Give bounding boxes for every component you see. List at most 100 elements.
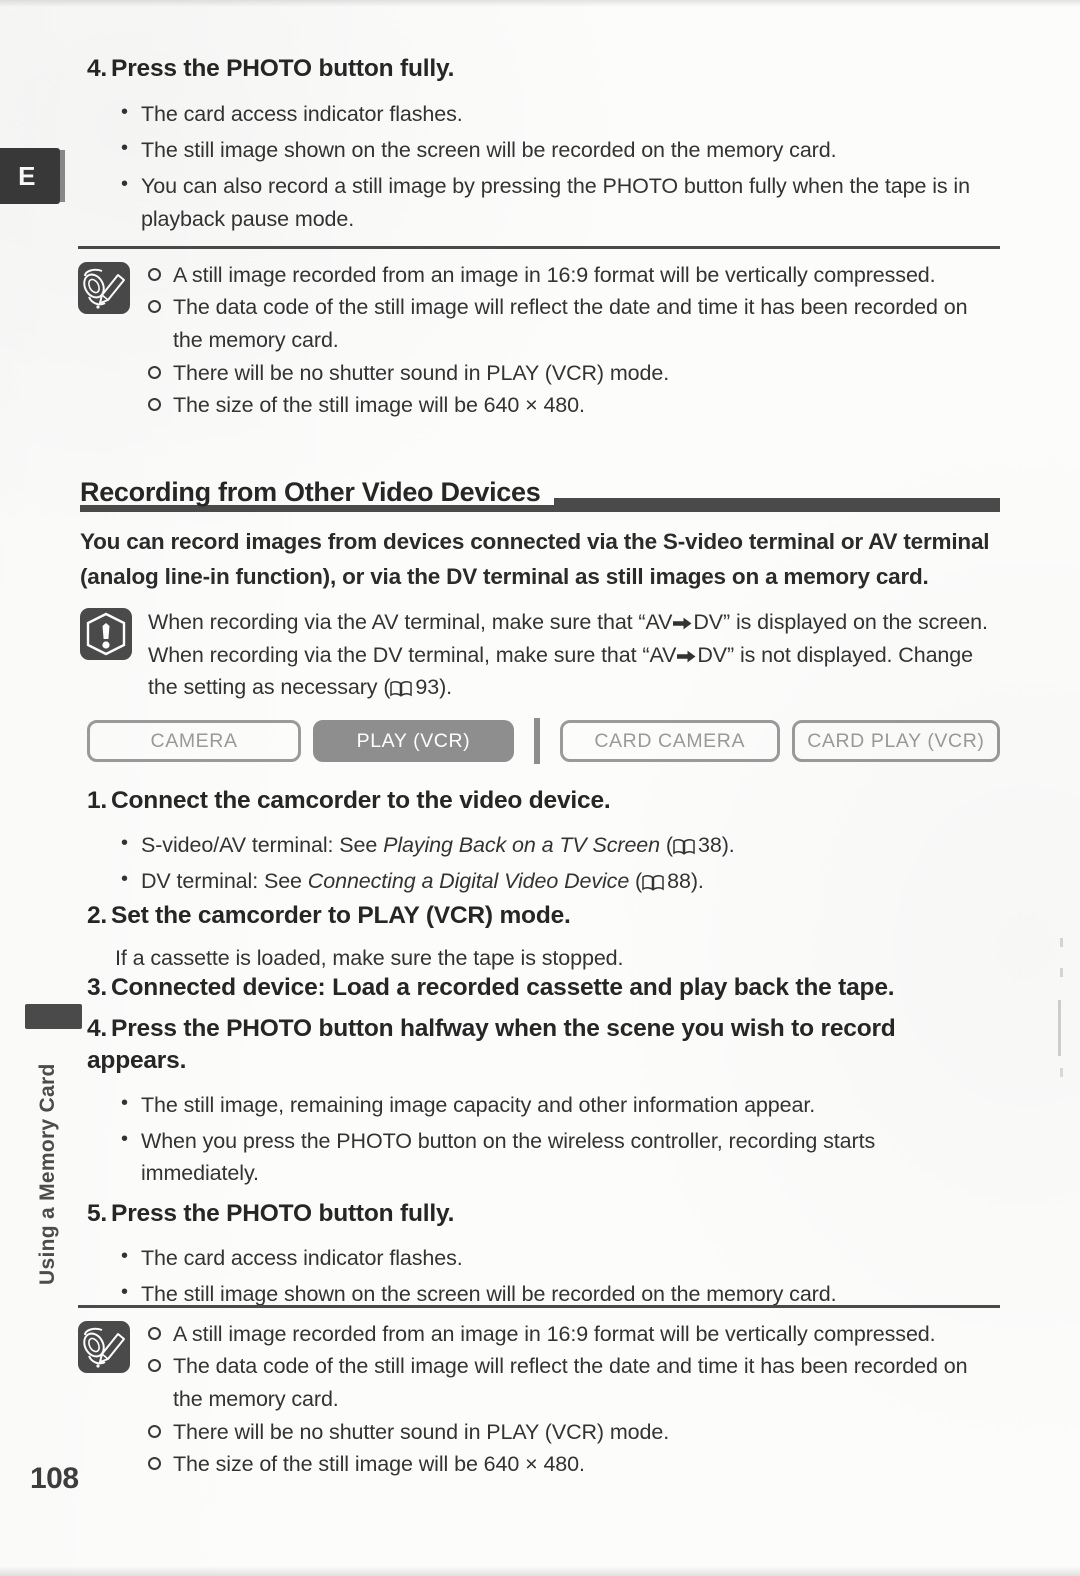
section-lead-paragraph: You can record images from devices conne… — [80, 525, 998, 595]
step-4-title: Press the PHOTO button halfway when the … — [87, 1015, 896, 1074]
section-heading-block: Recording from Other Video Devices — [80, 477, 1000, 512]
notes-box-bottom: A still image recorded from an image in … — [78, 1305, 1000, 1481]
scan-speck — [1060, 1068, 1063, 1077]
list-item: The size of the still image will be 640 … — [146, 389, 1000, 422]
list-item: The data code of the still image will re… — [146, 1350, 1000, 1415]
caution-text-part4: ). — [439, 675, 453, 700]
list-item: A still image recorded from an image in … — [146, 259, 1000, 292]
mode-pill-card-play-vcr[interactable]: CARD PLAY (VCR) — [791, 720, 1001, 762]
section-heading-rule — [554, 497, 1000, 505]
step-3-heading: 3. Connected device: Load a recorded cass… — [87, 972, 1000, 1004]
step-2-note: If a cassette is loaded, make sure the t… — [115, 945, 624, 970]
list-item: The size of the still image will be 640 … — [146, 1448, 1000, 1481]
book-reference-icon — [642, 868, 664, 891]
mode-pill-card-camera[interactable]: CARD CAMERA — [559, 720, 780, 762]
mode-pill-play-vcr[interactable]: PLAY (VCR) — [313, 720, 514, 762]
step-4-top-title: Press the PHOTO button fully. — [111, 55, 455, 82]
caution-ref-page: 93 — [415, 675, 440, 700]
step-4-top-number: 4. — [87, 55, 108, 82]
language-tab-edge — [60, 150, 65, 202]
step-1-bullet-2-post: ). — [690, 868, 704, 893]
pencil-note-icon — [78, 261, 130, 314]
scan-speck — [1058, 1000, 1061, 1056]
step-1-bullets: S-video/AV terminal: See Playing Back on… — [115, 828, 1000, 898]
notes-bottom-list: A still image recorded from an image in … — [146, 1318, 1000, 1481]
list-item: When you press the PHOTO button on the w… — [115, 1124, 977, 1191]
step-2-number: 2. — [87, 902, 108, 929]
step-5-heading: 5. Press the PHOTO button fully. — [87, 1198, 1000, 1230]
step-4-number: 4. — [87, 1015, 108, 1042]
step-1-title: Connect the camcorder to the video devic… — [111, 787, 611, 814]
notes-top-list: A still image recorded from an image in … — [146, 259, 1000, 422]
list-item: A still image recorded from an image in … — [146, 1318, 1000, 1351]
notes-box-top: A still image recorded from an image in … — [78, 246, 1000, 422]
arrow-right-icon — [677, 640, 696, 663]
step-2-heading: 2. Set the camcorder to PLAY (VCR) mode. — [87, 900, 1000, 932]
step-3-block: 3. Connected device: Load a recorded cass… — [87, 972, 1000, 1004]
arrow-right-icon — [673, 607, 692, 630]
mode-pill-camera-label: CAMERA — [150, 729, 238, 752]
step-3-number: 3. — [87, 974, 108, 1001]
step-4-top-heading: 4. Press the PHOTO button fully. — [87, 53, 1000, 85]
step-4-heading: 4. Press the PHOTO button halfway when th… — [87, 1013, 977, 1077]
page-title: Recording from Other Video Devices — [80, 477, 541, 507]
step-5-bullets: The card access indicator flashes. The s… — [115, 1241, 1000, 1311]
scan-edge-top — [0, 0, 1080, 7]
step-3-title: Connected device: Load a recorded casset… — [111, 974, 895, 1001]
list-item: There will be no shutter sound in PLAY (… — [146, 357, 1000, 390]
language-tab-e: E — [0, 148, 60, 204]
caution-text: When recording via the AV terminal, make… — [148, 605, 1000, 704]
list-item: The still image shown on the screen will… — [115, 133, 1000, 167]
step-1-bullet-2-pre: DV terminal: See — [141, 868, 308, 893]
step-1-number: 1. — [87, 787, 108, 814]
step-4-bullets: The still image, remaining image capacit… — [115, 1088, 977, 1191]
language-tab-label: E — [18, 160, 36, 191]
chapter-tab-block — [25, 1004, 82, 1029]
list-item: The data code of the still image will re… — [146, 291, 1000, 356]
step-1-bullet-2-mid: ( — [629, 868, 643, 893]
pencil-note-icon — [78, 1320, 130, 1373]
step-4-top-bullets: The card access indicator flashes. The s… — [115, 97, 1000, 236]
scan-speck — [1060, 938, 1063, 947]
list-item: There will be no shutter sound in PLAY (… — [146, 1416, 1000, 1449]
content-column: 4.Press the PHOTO button fully. The card… — [78, 0, 1001, 1576]
step-4-top-block: 4.Press the PHOTO button fully. The card… — [87, 53, 1000, 238]
mode-bar-separator — [533, 718, 540, 764]
caution-text-part1: When recording via the AV terminal, make… — [148, 610, 673, 634]
mode-pill-card-play-vcr-label: CARD PLAY (VCR) — [807, 729, 985, 752]
step-4-block: 4. Press the PHOTO button halfway when th… — [87, 1013, 977, 1193]
step-1-bullet-1-mid: ( — [660, 832, 673, 857]
scan-edge-bottom — [0, 1566, 1080, 1576]
step-2-title: Set the camcorder to PLAY (VCR) mode. — [111, 902, 571, 929]
list-item: S-video/AV terminal: See Playing Back on… — [115, 828, 1000, 862]
mode-indicator-bar: CAMERA PLAY (VCR) CARD CAMERA CARD PLAY … — [87, 718, 1001, 764]
manual-page: E Using a Memory Card 108 4. Press the PH… — [0, 0, 1080, 1576]
step-1-heading: 1. Connect the camcorder to the video dev… — [87, 785, 1000, 817]
step-1-bullet-1-pre: S-video/AV terminal: See — [141, 832, 384, 857]
book-reference-icon — [673, 832, 695, 855]
list-item: The still image, remaining image capacit… — [115, 1088, 977, 1122]
step-2-block: 2. Set the camcorder to PLAY (VCR) mode. … — [87, 900, 1000, 974]
page-number: 108 — [30, 1462, 79, 1495]
step-1-bullet-1-ref: 38 — [697, 832, 722, 857]
exclamation-hexagon-icon — [80, 608, 132, 660]
mode-pill-camera[interactable]: CAMERA — [87, 720, 302, 762]
list-item: The card access indicator flashes. — [115, 1241, 1000, 1275]
step-1-bullet-1-post: ). — [721, 832, 735, 857]
mode-pill-card-camera-label: CARD CAMERA — [594, 729, 746, 752]
mode-pill-play-vcr-label: PLAY (VCR) — [356, 729, 471, 752]
caution-box: When recording via the AV terminal, make… — [80, 605, 1000, 704]
scan-speck — [1060, 968, 1063, 977]
step-1-bullet-2-ref: 88 — [667, 868, 691, 893]
step-1-bullet-2-title: Connecting a Digital Video Device — [307, 868, 630, 893]
book-reference-icon — [390, 674, 413, 698]
list-item: You can also record a still image by pre… — [115, 169, 1000, 236]
section-lead-text: You can record images from devices conne… — [80, 529, 990, 589]
step-5-number: 5. — [87, 1200, 108, 1227]
list-item: The card access indicator flashes. — [115, 97, 1000, 131]
step-1-bullet-1-title: Playing Back on a TV Screen — [383, 832, 661, 857]
chapter-tab-label: Using a Memory Card — [36, 1063, 59, 1285]
step-1-block: 1. Connect the camcorder to the video dev… — [87, 785, 1000, 901]
step-5-title: Press the PHOTO button fully. — [111, 1200, 455, 1227]
list-item: DV terminal: See Connecting a Digital Vi… — [115, 864, 1000, 898]
